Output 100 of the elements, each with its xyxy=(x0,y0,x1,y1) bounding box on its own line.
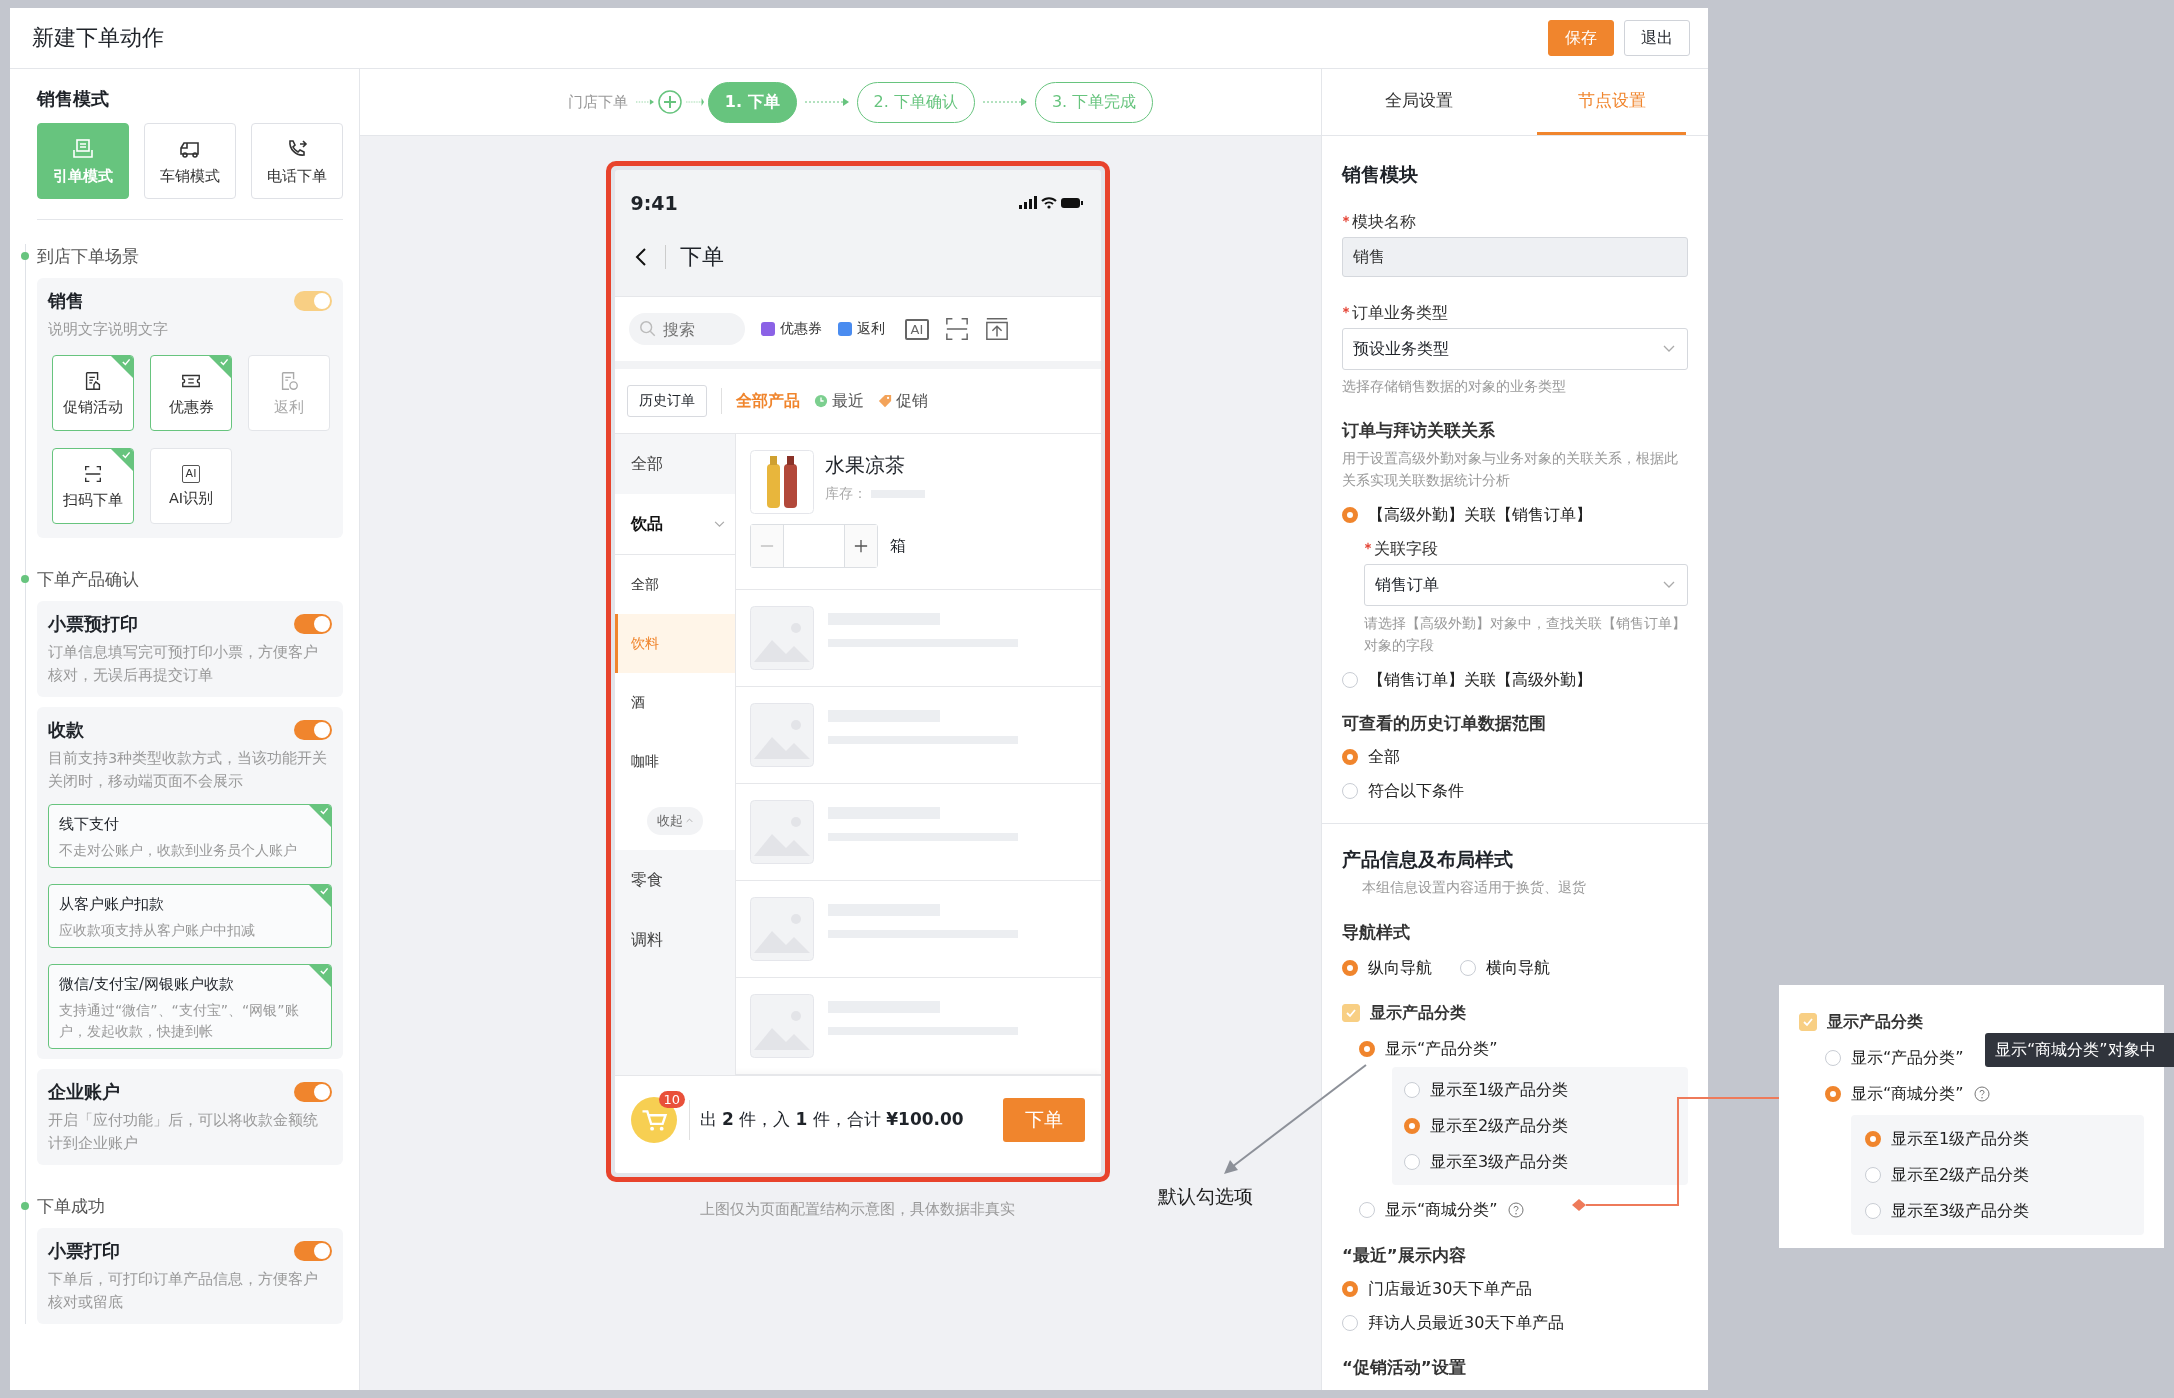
mode-button[interactable]: 车销模式 xyxy=(144,123,236,199)
chevron-down-icon xyxy=(1663,581,1675,589)
stage-title: 到店下单场景 xyxy=(37,246,139,266)
card-description: 目前支持3种类型收款方式，当该功能开关关闭时，移动端页面不会展示 xyxy=(48,749,329,791)
back-icon[interactable] xyxy=(634,247,647,267)
category-item[interactable]: 调料 xyxy=(614,910,735,970)
radio-button[interactable] xyxy=(1342,672,1358,688)
radio-label: 显示“商城分类” xyxy=(1851,1083,1964,1105)
product-name: 水果凉茶 xyxy=(824,452,906,479)
ai-recognition-icon[interactable]: AI xyxy=(904,318,930,340)
subcategory-item[interactable]: 酒 xyxy=(614,673,735,732)
radio-label: 显示至2级产品分类 xyxy=(1430,1115,1569,1137)
settings-tab[interactable]: 全局设置 xyxy=(1344,69,1493,135)
radio-label: 横向导航 xyxy=(1486,957,1550,979)
exit-button[interactable]: 退出 xyxy=(1624,20,1690,56)
radio-label: 【销售订单】关联【高级外勤】 xyxy=(1368,669,1592,691)
check-corner-icon xyxy=(309,885,331,907)
plus-icon xyxy=(853,539,868,553)
radio-button[interactable] xyxy=(1460,960,1476,976)
radio-button[interactable] xyxy=(1342,507,1358,523)
group-description: 用于设置高级外勤对象与业务对象的关联关系，根据此关系实现关联数据统计分析 xyxy=(1342,449,1679,490)
payment-option[interactable]: 微信/支付宝/网银账户收款 支持通过“微信”、“支付宝”、“网银”账户，发起收款，快捷到帐 xyxy=(48,964,332,1049)
option-description: 应收款项支持从客户账户中扣减 xyxy=(59,921,256,940)
section-description: 本组信息设置内容适用于换货、退货 xyxy=(1361,878,1587,897)
radio-label: 显示“产品分类” xyxy=(1851,1047,1964,1069)
check-corner-icon xyxy=(111,356,133,378)
image-placeholder-icon xyxy=(749,897,814,961)
collapse-button[interactable]: 收起 xyxy=(646,806,703,835)
option-title: 线下支付 xyxy=(59,814,120,835)
upload-icon[interactable] xyxy=(985,317,1010,341)
image-placeholder-icon xyxy=(749,800,814,864)
cart-icon[interactable] xyxy=(630,1096,677,1143)
category-item[interactable]: 全部 xyxy=(614,434,735,494)
image-placeholder-icon xyxy=(749,606,814,670)
radio-label: 显示“商城分类” xyxy=(1385,1199,1498,1221)
option-title: 从客户账户扣款 xyxy=(59,894,165,915)
radio-button[interactable] xyxy=(1342,783,1358,799)
scan-icon[interactable] xyxy=(945,317,970,341)
subcategory-item[interactable]: 咖啡 xyxy=(614,732,735,791)
history-orders-button[interactable]: 历史订单 xyxy=(626,385,707,417)
order-type-select[interactable]: 预设业务类型 xyxy=(1342,328,1688,370)
radio-button[interactable] xyxy=(1825,1086,1841,1102)
radio-button[interactable] xyxy=(1342,749,1358,765)
bottles-photo-placeholder xyxy=(749,450,814,514)
toggle-switch[interactable] xyxy=(294,720,332,740)
payment-option[interactable]: 线下支付 不走对公账户，收款到业务员个人账户 xyxy=(48,804,332,868)
group-label: 可查看的历史订单数据范围 xyxy=(1342,713,1547,735)
timeline-dot xyxy=(21,252,29,260)
group-label: 导航样式 xyxy=(1342,922,1411,944)
dotted-arrow xyxy=(685,97,704,107)
image-placeholder-icon xyxy=(749,994,814,1058)
field-label: 关联字段 xyxy=(1374,538,1438,560)
subcategory-item[interactable]: 全部 xyxy=(614,555,735,614)
radio-button[interactable] xyxy=(1865,1167,1881,1183)
timeline-dot xyxy=(21,1202,29,1210)
radio-button[interactable] xyxy=(1342,1315,1358,1331)
product-tab[interactable]: 最近 xyxy=(813,390,864,412)
radio-label: 纵向导航 xyxy=(1368,957,1432,979)
product-tab[interactable]: 促销 xyxy=(877,390,928,412)
category-item[interactable]: 饮品 xyxy=(614,494,735,555)
card-title: 小票预打印 xyxy=(48,612,138,636)
ai-icon: AI xyxy=(181,464,201,483)
dotted-arrow xyxy=(635,97,654,107)
search-field[interactable]: 搜索 xyxy=(628,313,745,345)
radio-button[interactable] xyxy=(1342,1281,1358,1297)
quantity-stepper[interactable] xyxy=(749,524,878,568)
screen-title: 下单 xyxy=(679,243,724,271)
tool-link[interactable]: 优惠券 xyxy=(760,320,822,338)
field-label: 订单业务类型 xyxy=(1352,302,1448,324)
payment-option[interactable]: 从客户账户扣款 应收款项支持从客户账户中扣减 xyxy=(48,884,332,948)
radio-label: 显示至3级产品分类 xyxy=(1891,1200,2030,1222)
field-hint: 请选择【高级外勤】对象中，查找关联【销售订单】对象的字段 xyxy=(1364,614,1687,655)
card-description: 开启「应付功能」后，可以将收款金额统计到企业账户 xyxy=(48,1111,319,1153)
status-time: 9:41 xyxy=(630,192,678,214)
related-field-select[interactable]: 销售订单 xyxy=(1364,564,1688,606)
unit-label: 箱 xyxy=(889,535,906,557)
radio-button[interactable] xyxy=(1825,1050,1841,1066)
radio-button[interactable] xyxy=(1342,960,1358,976)
check-corner-icon xyxy=(309,965,331,987)
radio-button[interactable] xyxy=(1865,1131,1881,1147)
check-icon xyxy=(1345,1007,1357,1019)
toggle-switch[interactable] xyxy=(294,1241,332,1261)
toggle-switch[interactable] xyxy=(294,1082,332,1102)
caption-text: 上图仅为页面配置结构示意图，具体数据非真实 xyxy=(700,1200,1015,1219)
radio-button[interactable] xyxy=(1865,1203,1881,1219)
tool-link[interactable]: 返利 xyxy=(837,320,885,338)
tooltip: 显示“商城分类”对象中 xyxy=(1985,1033,2174,1067)
section-title: 销售模式 xyxy=(37,87,110,111)
card-title: 小票打印 xyxy=(48,1239,120,1263)
check-icon xyxy=(1802,1016,1814,1028)
mode-button[interactable]: 电话下单 xyxy=(251,123,343,199)
radio-label: 门店最近30天下单产品 xyxy=(1368,1278,1533,1300)
option-description: 不走对公账户，收款到业务员个人账户 xyxy=(59,841,298,860)
card-title: 企业账户 xyxy=(48,1080,120,1104)
help-icon[interactable] xyxy=(1973,1086,1990,1102)
add-step-icon[interactable] xyxy=(657,90,682,114)
toggle-switch[interactable] xyxy=(294,614,332,634)
annotation-text: 默认勾选项 xyxy=(1158,1184,1253,1209)
category-item[interactable]: 零食 xyxy=(614,850,735,910)
option-description: 支持通过“微信”、“支付宝”、“网银”账户，发起收款，快捷到帐 xyxy=(59,1001,300,1041)
